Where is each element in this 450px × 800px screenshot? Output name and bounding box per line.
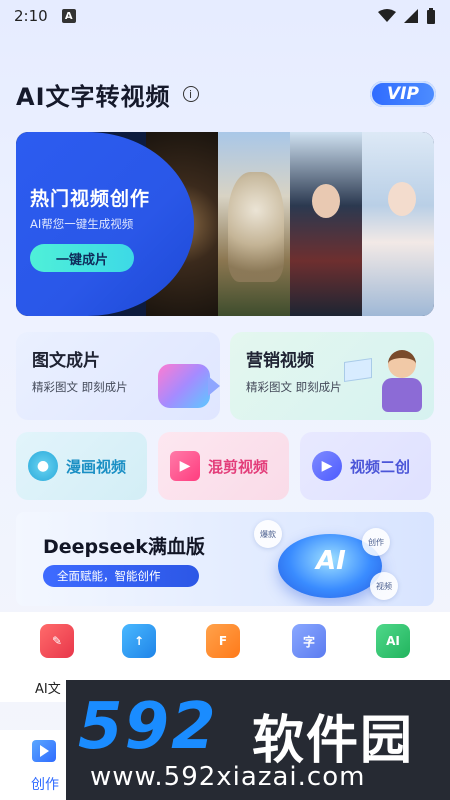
hero-art-warrior [290,132,362,316]
edit-video-tool-icon[interactable]: F [206,624,240,658]
card-image-text-video[interactable]: 图文成片 精彩图文 即刻成片 [16,332,220,420]
nav-create-label[interactable]: 创作 [31,774,59,794]
watermark-overlay: 592 软件园 www.592xiazai.com [66,680,450,800]
lion-illustration [228,172,284,282]
page-header: AI文字转视频 i VIP [16,74,436,114]
status-bar: 2:10 A [0,0,450,32]
deepseek-banner[interactable]: Deepseek满血版 全面赋能，智能创作 AI 爆款 创作 视频 [16,512,434,606]
hero-subtitle: AI帮您一键生成视频 [30,217,134,231]
card-video-remix[interactable]: ▶ 视频二创 [300,432,431,500]
page-title: AI文字转视频 [16,82,171,111]
info-icon[interactable]: i [182,86,199,102]
hero-banner[interactable]: 热门视频创作 AI帮您一键生成视频 一键成片 [16,132,434,316]
tool-label: AI文 [35,682,61,697]
card-label: 混剪视频 [208,457,269,476]
presenter-body [382,378,422,412]
hero-title: 热门视频创作 [30,188,151,210]
ai-logo-text: AI [316,546,346,576]
card-label: 漫画视频 [66,457,127,476]
status-icons [378,8,436,24]
camera-icon [158,364,220,408]
vip-button[interactable]: VIP [370,81,436,107]
presenter-head [388,350,416,378]
film-reel-icon: ● [28,451,58,481]
card-mix-cut-video[interactable]: ▶ 混剪视频 [158,432,289,500]
deepseek-tagline: 全面赋能，智能创作 [43,565,199,587]
wifi-icon [378,9,396,22]
play-icon: ▶ [312,451,342,481]
subtitle-tool-icon[interactable]: 字 [292,624,326,658]
warrior-face-illustration [312,184,340,218]
status-time: 2:10 [14,7,48,25]
watermark-url: www.592xiazai.com [90,762,366,792]
one-click-create-button[interactable]: 一键成片 [30,244,134,272]
bubble-video: 视频 [370,572,398,600]
hero-art-lady [362,132,434,316]
bottom-nav: 创作 [0,730,66,800]
upload-tool-icon[interactable]: ↑ [122,624,156,658]
deepseek-title: Deepseek满血版 [43,536,205,558]
card-comic-video[interactable]: ● 漫画视频 [16,432,147,500]
card-label: 视频二创 [350,457,411,476]
presentation-board [344,358,372,382]
watermark-number: 592 [78,690,218,764]
bubble-hot: 爆款 [254,520,282,548]
ai-ai-tool-icon[interactable]: AI [376,624,410,658]
ai-write-tool-icon[interactable]: ✎ [40,624,74,658]
lady-face-illustration [388,182,416,216]
clapper-icon: ▶ [170,451,200,481]
create-nav-icon[interactable] [32,740,56,762]
presenter-illustration [344,350,426,414]
battery-icon [427,8,435,24]
notification-icon: A [61,9,76,23]
card-marketing-video[interactable]: 营销视频 精彩图文 即刻成片 [230,332,434,420]
signal-icon [404,9,418,23]
bubble-create: 创作 [362,528,390,556]
